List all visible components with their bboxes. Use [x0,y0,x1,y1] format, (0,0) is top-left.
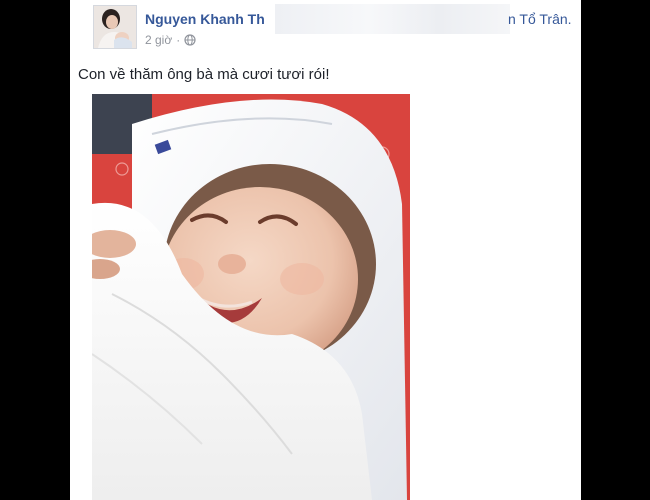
baby-photo [92,94,410,500]
post-text: Con về thăm ông bà mà cươi tươi rói! [78,66,330,83]
redacted-area [275,4,510,34]
post-meta: 2 giờ · [145,33,196,47]
tagged-user-link[interactable]: n Tổ Trân. [508,11,572,27]
globe-icon[interactable] [184,34,196,46]
post-photo[interactable] [92,94,410,500]
author-name[interactable]: Nguyen Khanh Th [145,11,265,27]
post-timestamp[interactable]: 2 giờ [145,33,172,47]
facebook-post: Nguyen Khanh Th n Tổ Trân. 2 giờ · Con v… [70,0,581,500]
author-avatar[interactable] [93,5,137,49]
meta-separator: · [176,33,181,47]
